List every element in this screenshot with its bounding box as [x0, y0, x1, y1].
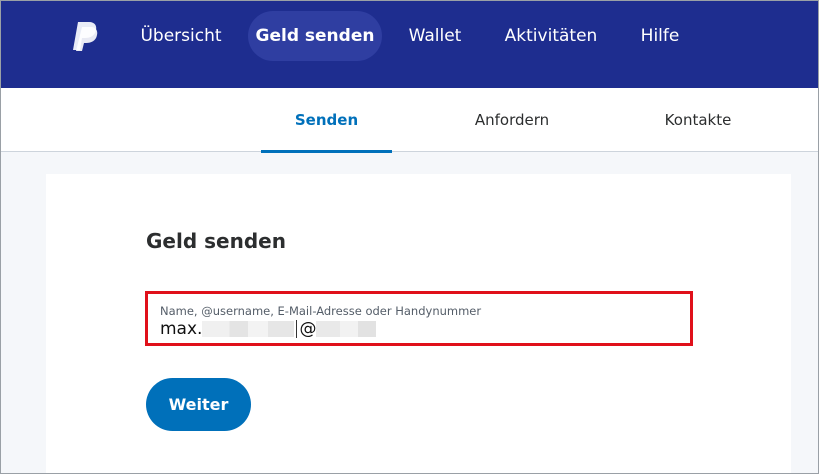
send-subnavigation: Senden Anfordern Kontakte — [1, 88, 818, 153]
tab-anfordern[interactable]: Anfordern — [447, 88, 577, 152]
nav-item-geld-senden[interactable]: Geld senden — [248, 11, 382, 61]
nav-item-uebersicht[interactable]: Übersicht — [129, 11, 233, 61]
recipient-value-at: @ — [299, 319, 317, 339]
page-title: Geld senden — [146, 229, 286, 253]
text-cursor — [296, 320, 298, 338]
weiter-button[interactable]: Weiter — [146, 378, 251, 431]
top-navigation: Übersicht Geld senden Wallet Aktivitäten… — [1, 1, 818, 88]
nav-item-aktivitaeten[interactable]: Aktivitäten — [491, 11, 611, 61]
recipient-value-prefix: max. — [160, 319, 203, 339]
tab-senden[interactable]: Senden — [261, 88, 392, 153]
redacted-text — [202, 321, 295, 337]
recipient-input[interactable]: max. @ — [160, 319, 377, 339]
nav-item-hilfe[interactable]: Hilfe — [627, 11, 693, 61]
paypal-logo-icon[interactable] — [69, 19, 101, 53]
send-money-card: Geld senden Name, @username, E-Mail-Adre… — [46, 174, 791, 473]
recipient-field[interactable]: Name, @username, E-Mail-Adresse oder Han… — [145, 291, 693, 346]
tab-kontakte[interactable]: Kontakte — [633, 88, 763, 152]
paypal-send-money-page: Übersicht Geld senden Wallet Aktivitäten… — [0, 0, 819, 474]
recipient-field-label: Name, @username, E-Mail-Adresse oder Han… — [160, 304, 482, 318]
redacted-text — [316, 321, 377, 337]
nav-item-wallet[interactable]: Wallet — [397, 11, 473, 61]
